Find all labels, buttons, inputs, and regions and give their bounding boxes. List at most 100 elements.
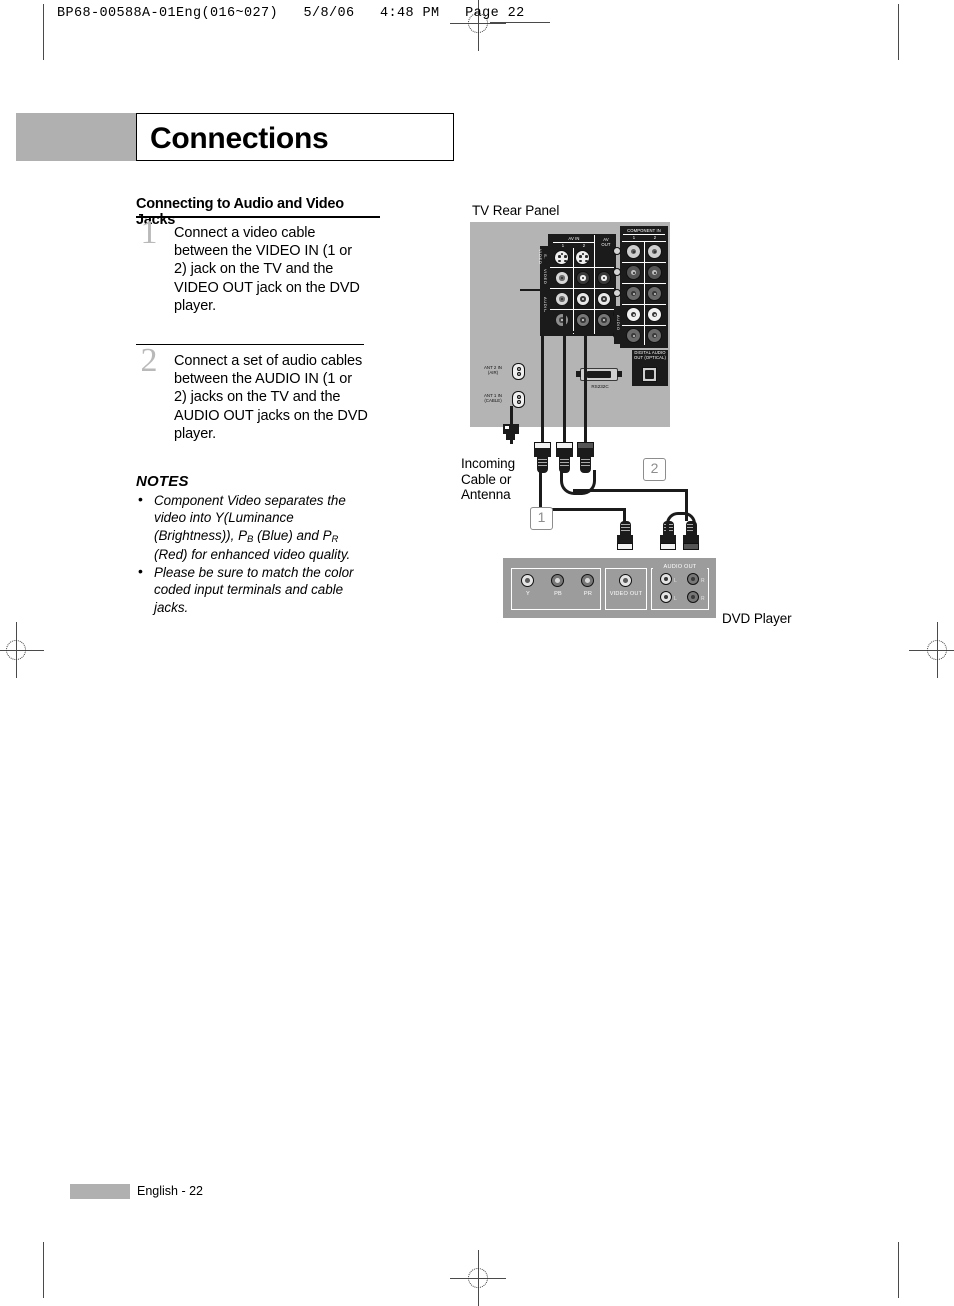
s-video-jack-2 bbox=[575, 250, 590, 265]
av-grid-line bbox=[573, 248, 574, 334]
component-row-marker-y bbox=[613, 247, 621, 255]
audio-l-out-jack bbox=[597, 292, 611, 306]
av-out-title: AV OUT bbox=[601, 237, 611, 247]
component-audio-label: AUDIO bbox=[616, 315, 621, 331]
component-grid-line bbox=[622, 283, 666, 284]
optical-audio-port-inner bbox=[645, 370, 654, 379]
av-grid-line bbox=[594, 235, 595, 334]
cable-lead-video bbox=[541, 290, 544, 442]
cable-arrow-audio-l bbox=[545, 310, 566, 313]
dvd-audio-out-group bbox=[651, 568, 709, 610]
rs232c-label: RS232C bbox=[591, 384, 609, 389]
component-jack-r-1 bbox=[626, 328, 641, 343]
component-jack-pb-2 bbox=[647, 265, 662, 280]
dvd-jack-y bbox=[521, 574, 534, 587]
component-grid-line bbox=[622, 325, 666, 326]
video-in-jack-2 bbox=[576, 271, 590, 285]
component-jack-pr-1 bbox=[626, 286, 641, 301]
registration-mark-bottom bbox=[450, 1250, 506, 1306]
dvd-jack-pb bbox=[551, 574, 564, 587]
cable-run-video-vertical bbox=[539, 472, 543, 511]
dvd-label-y: Y bbox=[526, 591, 530, 597]
component-jack-pb-1 bbox=[626, 265, 641, 280]
rca-plug-video-top bbox=[534, 442, 551, 474]
audio-l-in-jack-1 bbox=[555, 292, 569, 306]
audio-r-in-jack-2 bbox=[576, 313, 590, 327]
step-divider-rule bbox=[136, 344, 364, 345]
cable-run-audio-horizontal bbox=[573, 489, 688, 493]
optical-audio-label: DIGITAL AUDIO OUT (OPTICAL) bbox=[634, 350, 666, 360]
audio-cable-loop-bottom bbox=[666, 512, 696, 531]
cable-arrow-audio-r bbox=[566, 331, 587, 334]
audio-l-in-jack-2 bbox=[576, 292, 590, 306]
antenna-caption-line-2: Cable or bbox=[461, 471, 512, 487]
imposition-header: BP68-00588A-01Eng(016~027) 5/8/06 4:48 P… bbox=[57, 6, 525, 21]
crop-mark-bottom-right bbox=[898, 1242, 899, 1298]
bullet-icon: • bbox=[138, 563, 143, 580]
component-jack-y-1 bbox=[626, 244, 641, 259]
registration-mark-right bbox=[909, 622, 954, 678]
callout-2: 2 bbox=[643, 458, 666, 481]
note-1-part3: (Red) for enhanced video quality. bbox=[154, 546, 351, 562]
dvd-jack-video-out bbox=[619, 574, 632, 587]
footer-page-label: English - 22 bbox=[137, 1184, 204, 1198]
cable-arrow-video bbox=[520, 289, 544, 292]
dvd-label-pr: PR bbox=[583, 591, 593, 597]
step-2-number: 2 bbox=[140, 342, 158, 379]
note-item: • Component Video separates the video int… bbox=[136, 491, 364, 563]
crop-mark-left bbox=[43, 4, 44, 60]
step-1-text: Connect a video cable between the VIDEO … bbox=[174, 225, 360, 314]
component-jack-y-2 bbox=[647, 244, 662, 259]
av-in-col-2: 2 bbox=[582, 243, 586, 248]
audio-r-in-jack-1 bbox=[555, 313, 569, 327]
video-label: VIDEO bbox=[543, 269, 548, 285]
av-in-col-1: 1 bbox=[561, 243, 565, 248]
dvd-jack-audio-l-top bbox=[660, 573, 672, 585]
component-col-2: 2 bbox=[653, 235, 657, 240]
note-1-sub1: B bbox=[247, 533, 254, 545]
s-video-label: S-VIDEO bbox=[538, 249, 548, 265]
step-1-number: 1 bbox=[140, 214, 158, 251]
dvd-label-audio-out: AUDIO OUT bbox=[653, 564, 707, 570]
footer-band bbox=[70, 1184, 130, 1199]
antenna-caption-line-1: Incoming bbox=[461, 456, 515, 471]
component-grid-line bbox=[644, 241, 645, 345]
tv-rear-panel-caption: TV Rear Panel bbox=[472, 203, 560, 218]
notes-heading: NOTES bbox=[136, 473, 189, 490]
dvd-label-video-out: VIDEO OUT bbox=[609, 591, 643, 597]
dvd-label-audio-r-top: R bbox=[701, 578, 705, 584]
component-col-1: 1 bbox=[632, 235, 636, 240]
video-in-jack-1 bbox=[555, 271, 569, 285]
component-grid-line bbox=[622, 262, 666, 263]
dvd-label-pb: PB bbox=[554, 591, 562, 597]
bullet-icon: • bbox=[138, 491, 143, 507]
av-grid-line bbox=[550, 267, 614, 268]
dvd-label-audio-r-bottom: R bbox=[701, 596, 705, 602]
component-jack-l-2 bbox=[647, 307, 662, 322]
rs232c-screw-right bbox=[617, 371, 622, 377]
dvd-player-caption: DVD Player bbox=[722, 611, 792, 626]
ant-1-in-connector bbox=[512, 391, 525, 408]
component-row-marker-pb bbox=[613, 268, 621, 276]
registration-mark-left bbox=[0, 622, 44, 678]
rca-plug-video-bottom bbox=[617, 521, 633, 551]
cable-lead-audio-r bbox=[584, 332, 587, 442]
dvd-label-audio-l-top: L bbox=[674, 578, 677, 584]
s-video-jack-1 bbox=[554, 250, 569, 265]
av-in-title: AV IN bbox=[568, 236, 580, 241]
ant-1-in-label: ANT 1 IN (CABLE) bbox=[477, 393, 509, 403]
ant-2-in-line2: (AIR) bbox=[487, 370, 499, 375]
crop-mark-right bbox=[898, 4, 899, 60]
component-in-title: COMPONENT IN bbox=[627, 228, 661, 233]
note-item: • Please be sure to match the color coded… bbox=[136, 563, 364, 616]
dvd-jack-audio-l-bottom bbox=[660, 591, 672, 603]
tv-rear-panel-illustration: AV IN 1 2 AV OUT S-VIDEO VIDEO AUDIO COM… bbox=[470, 222, 670, 427]
dvd-jack-audio-r-top bbox=[687, 573, 699, 585]
section-heading-rule bbox=[136, 216, 380, 218]
ant-1-in-line2: (CABLE) bbox=[484, 398, 502, 403]
component-jack-l-1 bbox=[626, 307, 641, 322]
crop-mark-bottom-left bbox=[43, 1242, 44, 1298]
component-grid-line bbox=[622, 241, 666, 242]
dvd-player-illustration: Y PB PR VIDEO OUT AUDIO OUT L R L R bbox=[503, 558, 716, 618]
video-out-jack bbox=[597, 271, 611, 285]
